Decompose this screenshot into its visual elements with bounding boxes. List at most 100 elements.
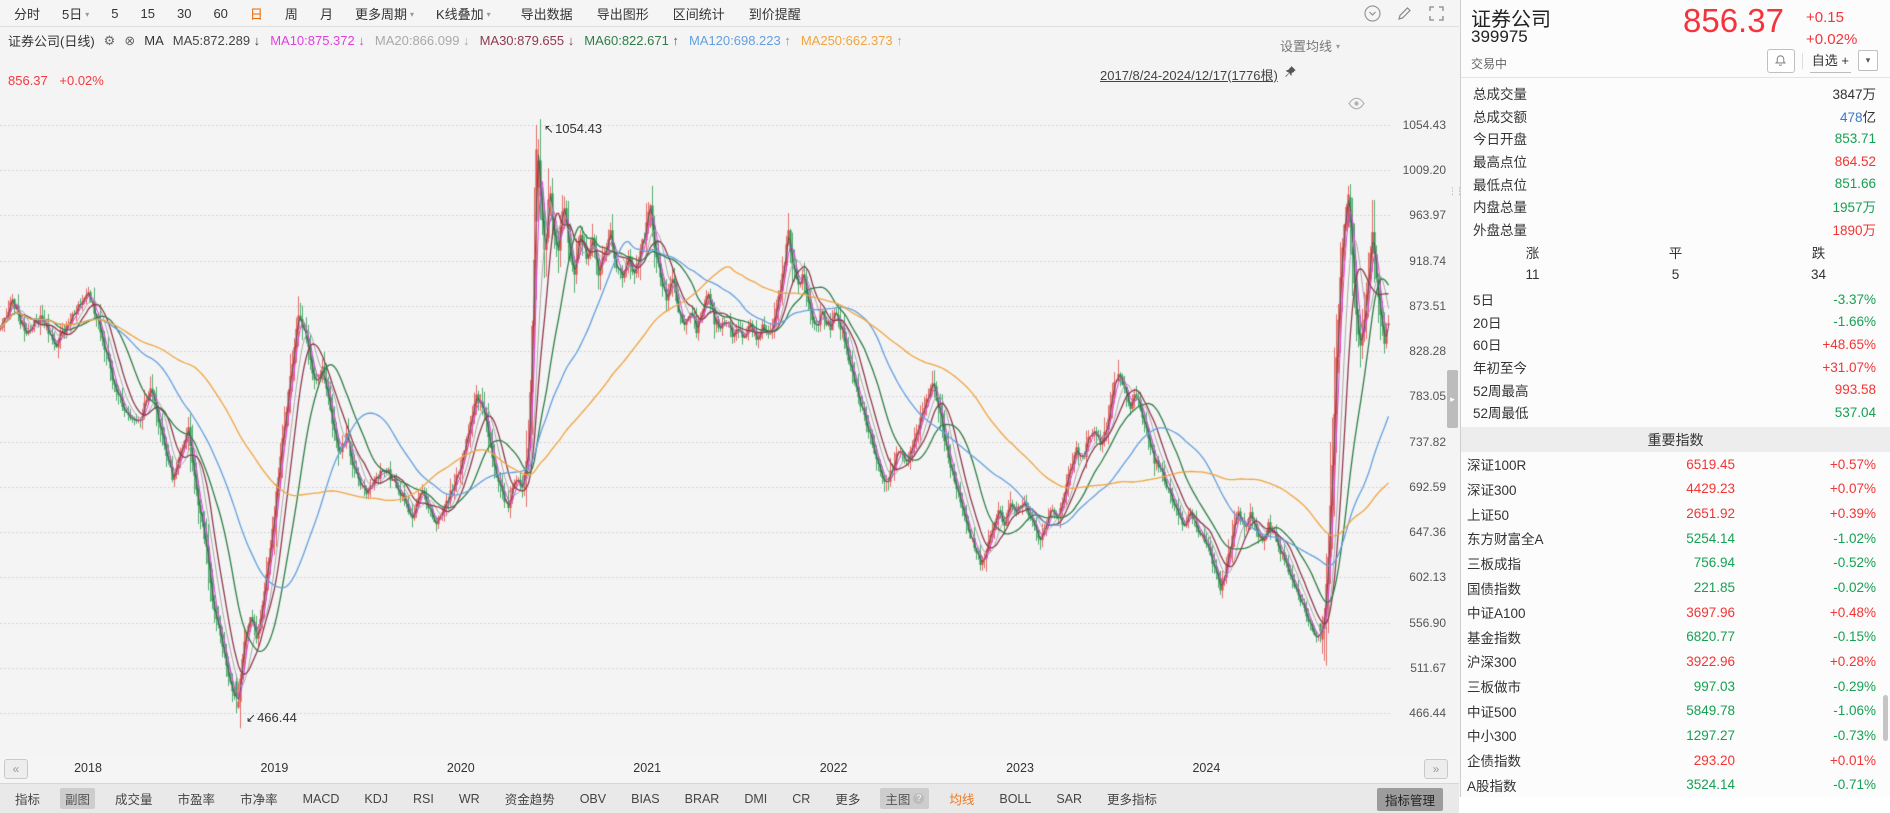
add-watchlist-button[interactable]: 自选 + [1809, 48, 1851, 73]
indicator-tab-均线[interactable]: 均线 [944, 788, 979, 809]
indicator-tab-WR[interactable]: WR [454, 788, 485, 809]
indicator-manage-button[interactable]: 指标管理 [1376, 788, 1443, 811]
index-row[interactable]: A股指数 3524.14 -0.71% [1461, 772, 1890, 797]
range-row: 52周最低 537.04 [1461, 401, 1890, 424]
stat-value-number: 864.52 [1834, 153, 1876, 169]
action-导出图形[interactable]: 导出图形 [597, 4, 649, 23]
y-axis-label: 918.74 [1409, 253, 1446, 268]
period-周[interactable]: 周 [285, 4, 298, 23]
close-circle-icon[interactable]: ⊗ [124, 33, 135, 49]
index-change-pct: +0.39% [1829, 506, 1876, 522]
period-group: 分时 5日 ▾ 5 15 30 60 日 周 月 更多周期 ▾ K线叠加 ▾ [14, 4, 491, 23]
indicator-tab-市净率[interactable]: 市净率 [235, 788, 283, 809]
period-月[interactable]: 月 [320, 4, 333, 23]
bell-icon[interactable] [1766, 48, 1795, 73]
indicator-tab-MACD[interactable]: MACD [298, 788, 345, 809]
indicator-tab-副图[interactable]: 副图 [60, 788, 96, 809]
eye-icon[interactable] [1348, 97, 1365, 115]
index-value: 756.94 [1693, 555, 1735, 571]
range-label: 5日 [1473, 293, 1495, 309]
indicator-tab-资金趋势[interactable]: 资金趋势 [500, 788, 560, 809]
index-name: 中小300 [1467, 729, 1517, 745]
action-导出数据[interactable]: 导出数据 [521, 4, 573, 23]
index-row[interactable]: 三板做市 997.03 -0.29% [1461, 674, 1890, 699]
panel-collapse-handle[interactable]: ▸ [1447, 370, 1458, 428]
indicator-tab-SAR[interactable]: SAR [1051, 788, 1087, 809]
indicator-tab-OBV[interactable]: OBV [575, 788, 611, 809]
index-row[interactable]: 基金指数 6820.77 -0.15% [1461, 624, 1890, 649]
stat-value: 478亿 [1840, 106, 1876, 126]
index-row[interactable]: 中小300 1297.27 -0.73% [1461, 723, 1890, 748]
period-30[interactable]: 30 [177, 4, 191, 23]
x-axis: « 2018 2019 2020 2021 2022 2023 2024 » [0, 757, 1459, 783]
index-row[interactable]: 深证300 4429.23 +0.07% [1461, 477, 1890, 502]
range-label: 52周最低 [1473, 406, 1529, 422]
period-60[interactable]: 60 [213, 4, 227, 23]
index-row[interactable]: 国债指数 221.85 -0.02% [1461, 575, 1890, 600]
index-name: 上证50 [1467, 507, 1510, 523]
index-change-pct: -0.29% [1833, 678, 1876, 694]
index-value: 293.20 [1693, 752, 1735, 768]
scroll-right-button[interactable]: » [1424, 759, 1448, 779]
action-区间统计[interactable]: 区间统计 [673, 4, 725, 23]
stat-value-number: 3847万 [1832, 87, 1876, 103]
period-分时[interactable]: 分时 [14, 4, 40, 23]
indicator-tab-更多指标[interactable]: 更多指标 [1102, 788, 1162, 809]
y-axis-label: 602.13 [1409, 570, 1446, 585]
action-到价提醒[interactable]: 到价提醒 [749, 4, 801, 23]
index-row[interactable]: 中证A100 3697.96 +0.48% [1461, 600, 1890, 625]
gear-icon[interactable]: ⚙ [104, 33, 116, 49]
ma-settings-button[interactable]: 设置均线 ▾ [1280, 36, 1340, 55]
high-annotation: ↖1054.43 [544, 121, 603, 136]
indicator-tab-指标[interactable]: 指标 [10, 788, 45, 809]
index-row[interactable]: 沪深300 3922.96 +0.28% [1461, 649, 1890, 674]
dropdown-caret-icon[interactable]: ▾ [1858, 50, 1878, 71]
period-K线叠加[interactable]: K线叠加 ▾ [436, 4, 491, 23]
index-row[interactable]: 中证500 5849.78 -1.06% [1461, 698, 1890, 723]
stat-row: 总成交额 478亿 [1461, 105, 1890, 128]
period-日[interactable]: 日 [250, 4, 263, 23]
period-15[interactable]: 15 [141, 4, 155, 23]
indicator-tab-BRAR[interactable]: BRAR [680, 788, 725, 809]
quote-panel: 证券公司 399975 交易中 856.37 +0.15 +0.02% 自选 +… [1460, 0, 1890, 797]
index-row[interactable]: 上证50 2651.92 +0.39% [1461, 501, 1890, 526]
x-axis-label: 2018 [74, 761, 102, 775]
chart-title: 证券公司(日线) [8, 34, 95, 49]
period-更多周期[interactable]: 更多周期 ▾ [355, 4, 414, 23]
indicator-tab-CR[interactable]: CR [787, 788, 815, 809]
indicator-tab-BOLL[interactable]: BOLL [994, 788, 1036, 809]
stat-label: 内盘总量 [1473, 200, 1527, 216]
fullscreen-icon[interactable] [1427, 4, 1445, 22]
indicator-tab-主图[interactable]: 主图? [880, 788, 930, 809]
indicator-tab-RSI[interactable]: RSI [408, 788, 439, 809]
index-value: 221.85 [1693, 580, 1735, 596]
indicator-tab-KDJ[interactable]: KDJ [359, 788, 393, 809]
index-row[interactable]: 企债指数 293.20 +0.01% [1461, 748, 1890, 773]
scroll-left-button[interactable]: « [4, 759, 28, 779]
collapse-circle-icon[interactable] [1363, 4, 1381, 22]
range-value: 537.04 [1834, 404, 1876, 420]
date-range-link[interactable]: 2017/8/24-2024/12/17(1776根) [1100, 65, 1278, 84]
index-value: 4429.23 [1686, 481, 1735, 497]
indicator-tab-BIAS[interactable]: BIAS [626, 788, 665, 809]
index-row[interactable]: 三板成指 756.94 -0.52% [1461, 551, 1890, 576]
index-change-pct: +0.07% [1829, 481, 1876, 497]
range-value: +31.07% [1822, 359, 1876, 375]
indicator-tab-更多[interactable]: 更多 [830, 788, 865, 809]
indicator-tab-市盈率[interactable]: 市盈率 [173, 788, 221, 809]
period-5[interactable]: 5 [111, 4, 118, 23]
indicator-tab-成交量[interactable]: 成交量 [110, 788, 158, 809]
period-5日[interactable]: 5日 ▾ [62, 4, 89, 23]
stat-label: 最高点位 [1473, 155, 1527, 171]
date-range-control: 2017/8/24-2024/12/17(1776根) [1100, 65, 1297, 84]
chevron-down-icon: ▾ [1336, 42, 1341, 51]
kline-canvas[interactable] [0, 0, 1452, 756]
index-change-pct: -1.02% [1833, 530, 1876, 546]
indicator-tab-DMI[interactable]: DMI [739, 788, 772, 809]
edit-icon[interactable] [1395, 4, 1413, 22]
index-row[interactable]: 深证100R 6519.45 +0.57% [1461, 452, 1890, 477]
index-name: 深证300 [1467, 482, 1517, 498]
index-row[interactable]: 东方财富全A 5254.14 -1.02% [1461, 526, 1890, 551]
pin-icon[interactable] [1283, 65, 1297, 84]
panel-scrollbar[interactable] [1883, 695, 1888, 741]
